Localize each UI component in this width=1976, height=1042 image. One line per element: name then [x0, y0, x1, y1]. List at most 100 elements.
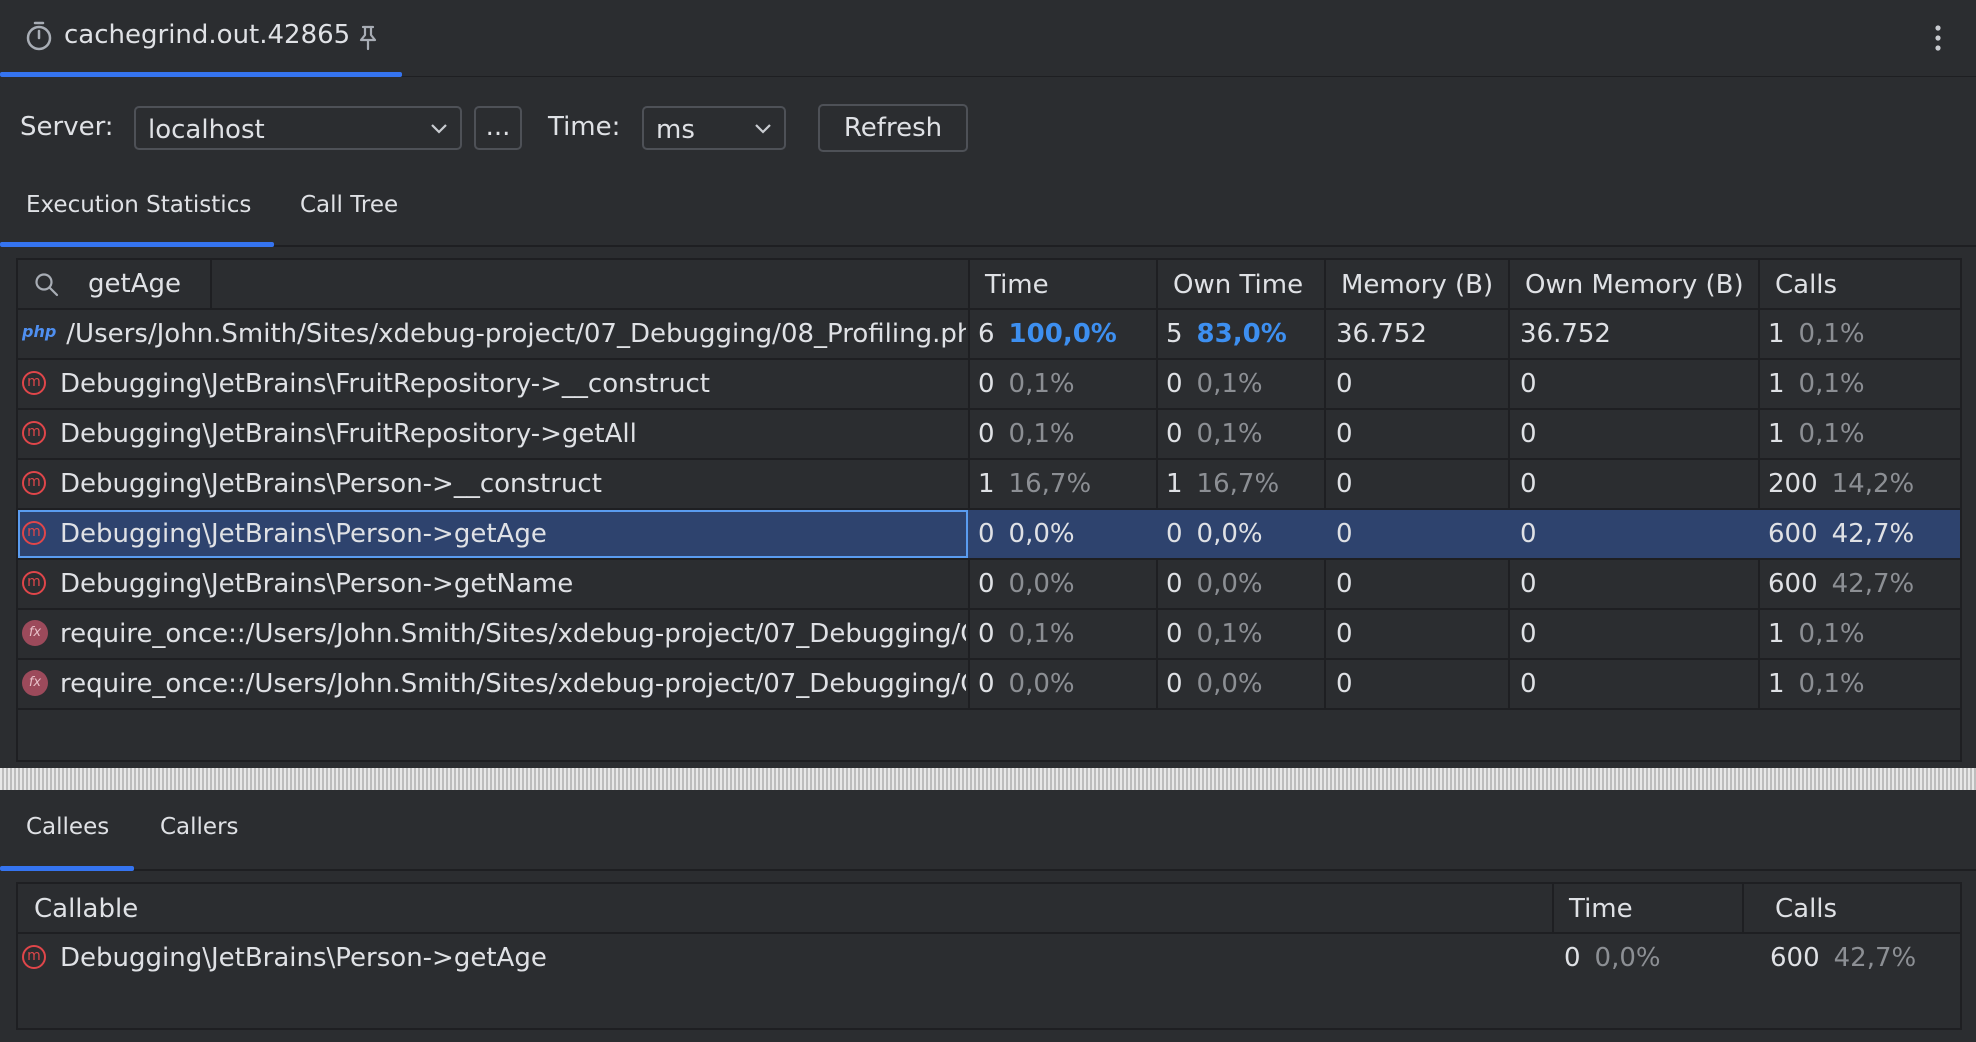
time-value: 0 — [978, 369, 995, 399]
cell-own-time: 0 0,1% — [1166, 360, 1322, 408]
column-header-time[interactable]: Time — [1569, 894, 1633, 924]
table-row[interactable]: fx require_once::/Users/John.Smith/Sites/… — [18, 660, 1960, 710]
cell-time: 0 0,1% — [978, 610, 1154, 658]
table-row[interactable]: m Debugging\JetBrains\FruitRepository->__… — [18, 360, 1960, 410]
cell-own-memory: 0 — [1520, 360, 1756, 408]
method-icon: m — [22, 470, 46, 495]
own-time-percent: 0,1% — [1196, 619, 1263, 649]
cell-memory: 0 — [1336, 510, 1506, 558]
column-separator — [1552, 884, 1554, 934]
calls-percent: 42,7% — [1831, 519, 1915, 549]
table-row[interactable]: m Debugging\JetBrains\Person->getAge 0 0,0%… — [18, 510, 1960, 560]
file-tab-title: cachegrind.out.42865 — [64, 20, 351, 50]
memory-value: 0 — [1336, 419, 1353, 449]
search-input[interactable]: getAge — [88, 269, 181, 299]
cell-own-time: 0 0,0% — [1166, 560, 1322, 608]
cell-time: 6 100,0% — [978, 310, 1154, 358]
time-percent: 0,0% — [1594, 943, 1661, 973]
refresh-button[interactable]: Refresh — [818, 104, 968, 152]
cell-memory: 0 — [1336, 360, 1506, 408]
cell-callable: m Debugging\JetBrains\FruitRepository->__… — [22, 360, 966, 408]
own-time-percent: 0,1% — [1196, 369, 1263, 399]
php-file-icon: php — [22, 321, 57, 341]
file-tab-underline — [0, 72, 402, 77]
memory-value: 0 — [1336, 519, 1353, 549]
tab-callers[interactable]: Callers — [160, 814, 239, 840]
tab-callees-underline — [0, 866, 134, 871]
file-tab[interactable]: cachegrind.out.42865 — [0, 0, 402, 77]
callable-name: require_once::/Users/John.Smith/Sites/xd… — [60, 619, 966, 649]
cell-calls: 1 0,1% — [1768, 410, 1958, 458]
time-percent: 0,1% — [1008, 619, 1075, 649]
table-row[interactable]: m Debugging\JetBrains\Person->__construct… — [18, 460, 1960, 510]
more-options-icon[interactable] — [1930, 18, 1946, 58]
time-value: 0 — [978, 419, 995, 449]
memory-value: 0 — [1336, 619, 1353, 649]
calls-value: 1 — [1768, 619, 1785, 649]
tab-execution-statistics-underline — [0, 242, 274, 247]
own-time-value: 0 — [1166, 519, 1183, 549]
column-header-calls[interactable]: Calls — [1775, 894, 1837, 924]
tab-divider — [0, 245, 1976, 247]
callable-name: Debugging\JetBrains\Person->getName — [60, 569, 574, 599]
tab-call-tree[interactable]: Call Tree — [300, 192, 398, 218]
table-row[interactable]: fx require_once::/Users/John.Smith/Sites/… — [18, 610, 1960, 660]
cell-callable: m Debugging\JetBrains\Person->getAge — [22, 934, 1542, 982]
column-header-memory[interactable]: Memory (B) — [1341, 270, 1493, 300]
time-value: 0 — [978, 519, 995, 549]
own-time-value: 0 — [1166, 619, 1183, 649]
panel-splitter[interactable] — [0, 768, 1976, 790]
cell-own-time: 0 0,0% — [1166, 660, 1322, 708]
callable-name: Debugging\JetBrains\FruitRepository->get… — [60, 419, 637, 449]
cell-time: 0 0,0% — [978, 660, 1154, 708]
cell-own-time: 0 0,1% — [1166, 610, 1322, 658]
callable-name: Debugging\JetBrains\FruitRepository->__c… — [60, 369, 710, 399]
table-row[interactable]: php/Users/John.Smith/Sites/xdebug-projec… — [18, 310, 1960, 360]
cell-calls: 200 14,2% — [1768, 460, 1958, 508]
table-row[interactable]: m Debugging\JetBrains\FruitRepository->ge… — [18, 410, 1960, 460]
own-memory-value: 0 — [1520, 569, 1537, 599]
server-label: Server: — [20, 112, 114, 142]
table-row[interactable]: m Debugging\JetBrains\Person->getName 0 0,0… — [18, 560, 1960, 610]
table-row[interactable]: m Debugging\JetBrains\Person->getAge 0 0,0%… — [18, 934, 1960, 984]
search-box[interactable]: getAge — [18, 260, 212, 308]
calls-value: 1 — [1768, 669, 1785, 699]
callable-name: require_once::/Users/John.Smith/Sites/xd… — [60, 669, 966, 699]
chevron-down-icon — [431, 124, 447, 134]
column-header-own-time[interactable]: Own Time — [1173, 270, 1303, 300]
time-label: Time: — [548, 112, 621, 142]
own-memory-value: 0 — [1520, 619, 1537, 649]
cell-calls: 1 0,1% — [1768, 310, 1958, 358]
column-header-callable[interactable]: Callable — [34, 894, 138, 924]
own-memory-value: 0 — [1520, 669, 1537, 699]
cell-own-time: 1 16,7% — [1166, 460, 1322, 508]
cell-callable: m Debugging\JetBrains\Person->__construct — [22, 460, 966, 508]
memory-value: 0 — [1336, 669, 1353, 699]
column-header-own-memory[interactable]: Own Memory (B) — [1525, 270, 1744, 300]
pin-icon[interactable] — [356, 24, 380, 52]
cell-own-memory: 0 — [1520, 560, 1756, 608]
cell-own-time: 0 0,1% — [1166, 410, 1322, 458]
method-icon: m — [22, 944, 46, 969]
function-icon: fx — [22, 669, 48, 696]
time-value: 0 — [1564, 943, 1581, 973]
tab-callees[interactable]: Callees — [26, 814, 109, 840]
tab-execution-statistics[interactable]: Execution Statistics — [26, 192, 251, 218]
server-select[interactable]: localhost — [134, 106, 462, 150]
method-icon: m — [22, 420, 46, 445]
cell-own-memory: 0 — [1520, 410, 1756, 458]
memory-value: 0 — [1336, 369, 1353, 399]
own-memory-value: 0 — [1520, 519, 1537, 549]
cell-callable: php/Users/John.Smith/Sites/xdebug-projec… — [22, 310, 966, 358]
own-time-percent: 0,0% — [1196, 569, 1263, 599]
calls-percent: 0,1% — [1798, 669, 1865, 699]
cell-time: 1 16,7% — [978, 460, 1154, 508]
cell-time: 0 0,1% — [978, 360, 1154, 408]
calls-value: 600 — [1768, 569, 1818, 599]
server-config-button[interactable]: ... — [474, 106, 522, 150]
own-time-value: 1 — [1166, 469, 1183, 499]
column-header-calls[interactable]: Calls — [1775, 270, 1837, 300]
time-unit-select[interactable]: ms — [642, 106, 786, 150]
calls-percent: 0,1% — [1798, 619, 1865, 649]
column-header-time[interactable]: Time — [985, 270, 1049, 300]
